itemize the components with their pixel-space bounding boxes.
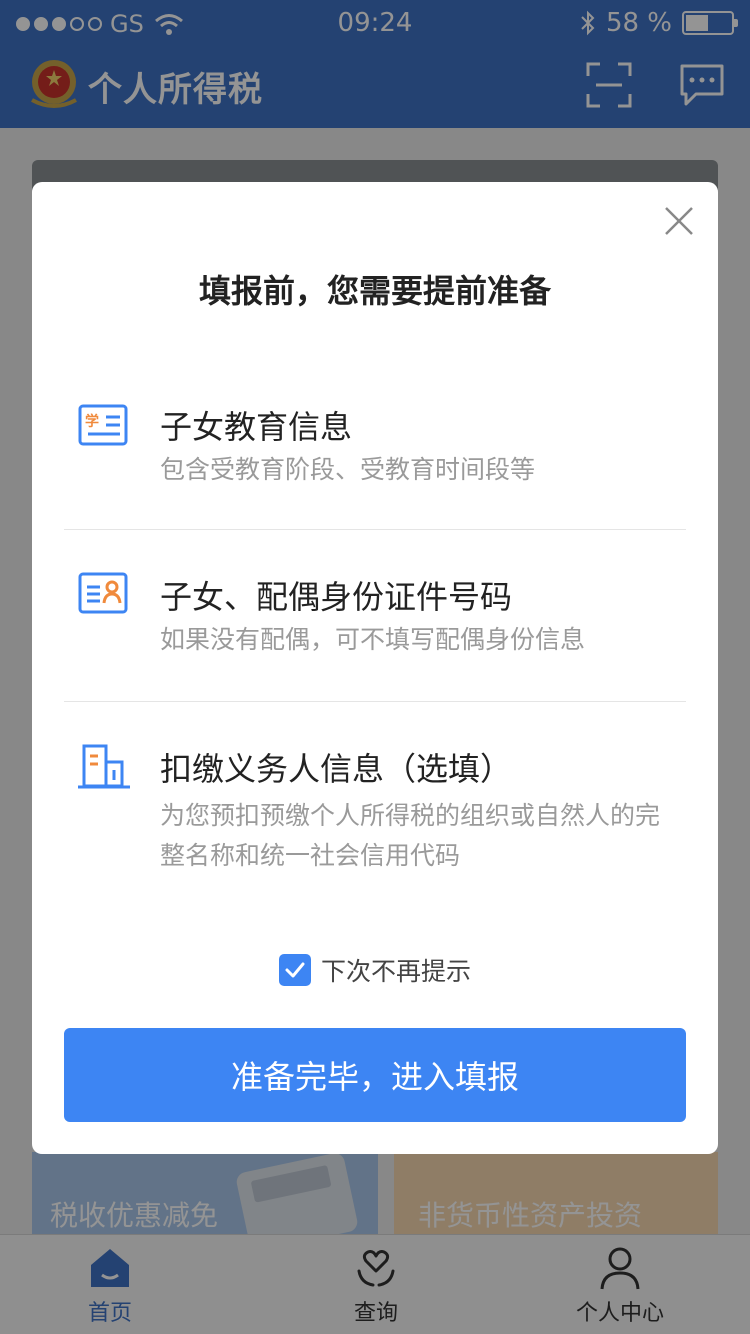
ready-start-filing-button[interactable]: 准备完毕，进入填报: [64, 1028, 686, 1122]
item-description: 为您预扣预缴个人所得税的组织或自然人的完整名称和统一社会信用代码: [160, 801, 661, 870]
prep-item-child-education: 学 子女教育信息 包含受教育阶段、受教育时间段等: [64, 382, 686, 530]
dialog-title: 填报前，您需要提前准备: [198, 272, 551, 310]
education-card-icon: 学: [78, 404, 128, 446]
preparation-dialog: 填报前，您需要提前准备 学 子女教育信息 包含受教育阶段、受教育时间段等 子女、…: [32, 182, 718, 1154]
checkmark-icon: [285, 962, 305, 978]
prep-item-withholding-agent: 扣缴义务人信息（选填） 为您预扣预缴个人所得税的组织或自然人的完整名称和统一社会…: [64, 702, 686, 902]
dont-show-again-label: 下次不再提示: [320, 957, 471, 986]
item-badge: 学: [85, 413, 99, 430]
dont-show-again-checkbox[interactable]: [278, 954, 311, 986]
item-title: 子女、配偶身份证件号码: [160, 578, 513, 616]
item-title: 扣缴义务人信息（选填）: [160, 750, 513, 788]
building-icon: [78, 744, 130, 789]
close-icon[interactable]: [664, 206, 694, 236]
item-description: 包含受教育阶段、受教育时间段等: [160, 455, 536, 484]
item-description: 如果没有配偶，可不填写配偶身份信息: [160, 625, 586, 654]
id-card-icon: [78, 572, 128, 614]
item-title: 子女教育信息: [160, 408, 353, 446]
prep-item-id-numbers: 子女、配偶身份证件号码 如果没有配偶，可不填写配偶身份信息: [64, 530, 686, 702]
dont-show-again-row[interactable]: 下次不再提示: [32, 952, 718, 988]
